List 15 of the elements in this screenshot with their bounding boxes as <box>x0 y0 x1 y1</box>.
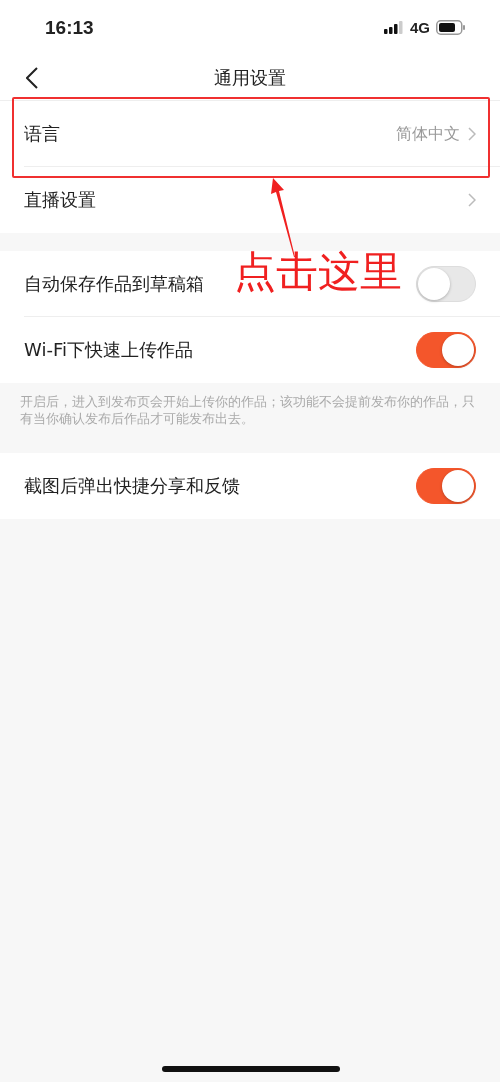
signal-icon <box>384 21 404 34</box>
annotation-text: 点击这里 <box>234 246 402 298</box>
row-label[interactable]: 语言 <box>24 122 396 146</box>
page-title: 通用设置 <box>214 65 286 90</box>
row-value: 简体中文 <box>396 123 460 145</box>
battery-icon <box>436 20 466 35</box>
row-label[interactable]: Wi-Fi下快速上传作品 <box>24 338 416 362</box>
row-label[interactable]: 截图后弹出快捷分享和反馈 <box>24 474 416 498</box>
note-text: 开启后，进入到发布页会开始上传你的作品；该功能不会提前发布你的作品，只有当你确认发布后作品才可能发布出去。 <box>19 393 476 428</box>
toggle-switch[interactable] <box>416 468 476 504</box>
status-time: 16:13 <box>45 16 94 39</box>
toggle-switch[interactable] <box>416 332 476 368</box>
network-label: 4G <box>410 19 430 36</box>
row-label[interactable]: 直播设置 <box>24 188 468 212</box>
back-icon[interactable] <box>26 67 38 89</box>
